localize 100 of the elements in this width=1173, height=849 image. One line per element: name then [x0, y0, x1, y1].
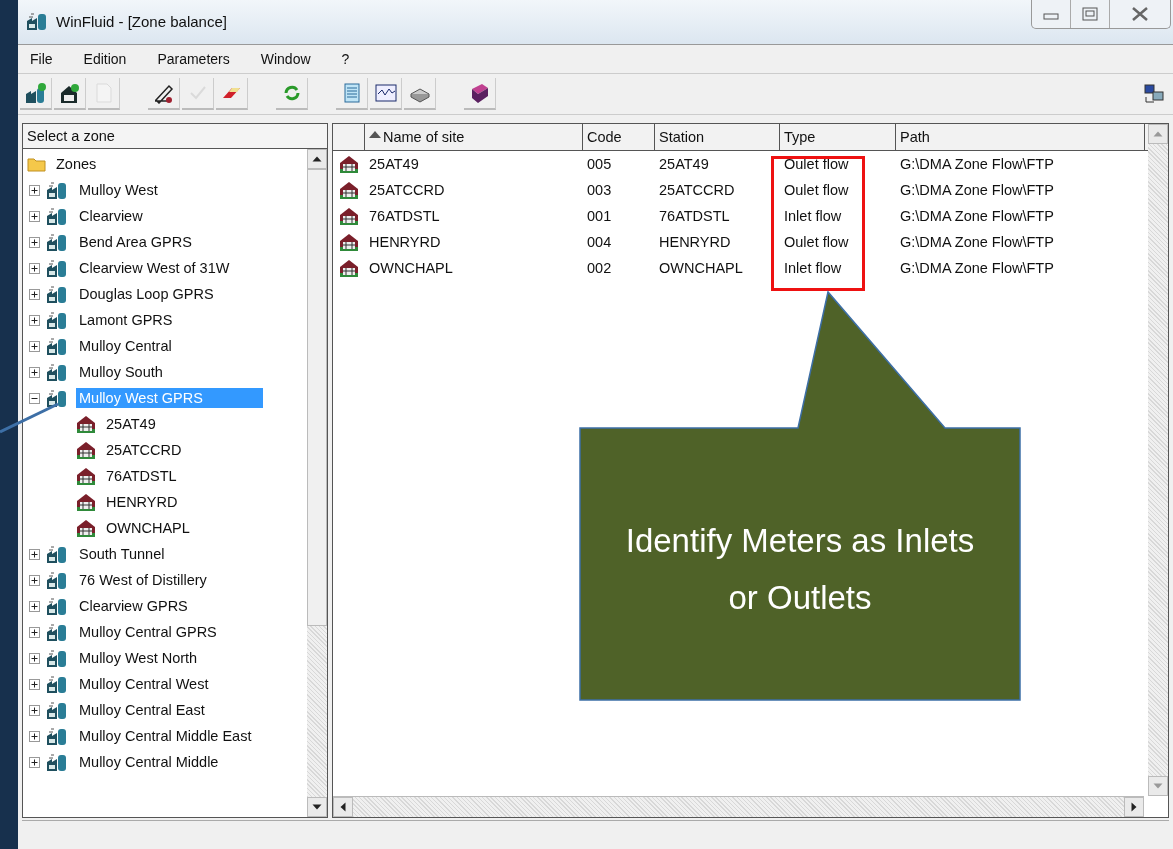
house-icon [75, 466, 97, 486]
folder-icon [27, 156, 47, 172]
pane-header: Select a zone [23, 124, 327, 149]
table-cell-text: 003 [586, 182, 613, 198]
tree-item[interactable]: 76 West of Distillery [76, 570, 210, 590]
tree-item[interactable]: Clearview [76, 206, 146, 226]
chart-icon[interactable] [370, 78, 402, 110]
table-cell-text: 25ATCCRD [658, 182, 736, 198]
table-cell-text: Oulet flow [783, 156, 850, 172]
plus-icon[interactable] [29, 574, 40, 586]
plus-icon[interactable] [29, 262, 40, 274]
plus-icon[interactable] [29, 652, 40, 664]
plus-icon[interactable] [29, 340, 40, 352]
scroll-thumb[interactable] [307, 169, 327, 626]
tree-item[interactable]: Mulloy Central Middle East [76, 726, 255, 746]
plus-icon[interactable] [29, 704, 40, 716]
network-icon [1143, 83, 1165, 105]
plus-icon[interactable] [29, 366, 40, 378]
column-header[interactable]: Code [583, 124, 655, 150]
table-cell-text: 25ATCCRD [368, 182, 446, 198]
plus-icon[interactable] [29, 678, 40, 690]
column-header[interactable]: Type [780, 124, 896, 150]
table-cell-text: G:\DMA Zone Flow\FTP [899, 260, 1055, 276]
scroll-up-icon[interactable] [307, 149, 327, 169]
menu-item[interactable]: Window [260, 51, 311, 67]
tree-item[interactable]: Douglas Loop GPRS [76, 284, 217, 304]
menu-item[interactable]: File [30, 51, 53, 67]
table-cell-text: 005 [586, 156, 613, 172]
tree-item[interactable]: Mulloy Central West [76, 674, 212, 694]
plus-icon[interactable] [29, 184, 40, 196]
plus-icon[interactable] [29, 288, 40, 300]
plus-icon[interactable] [29, 730, 40, 742]
table-cell-text: 76ATDSTL [368, 208, 441, 224]
table-cell-text: HENRYRD [368, 234, 442, 250]
tree-item[interactable]: HENRYRD [103, 492, 181, 512]
minus-icon[interactable] [29, 392, 40, 404]
window-title: WinFluid - [Zone balance] [56, 12, 227, 30]
menu-item[interactable]: Edition [83, 51, 127, 67]
table-cell-text: 002 [586, 260, 613, 276]
house-icon [338, 258, 360, 278]
leader-line [0, 402, 59, 434]
tree-item[interactable]: Mulloy West [76, 180, 161, 200]
plus-icon[interactable] [29, 548, 40, 560]
table-cell-text: G:\DMA Zone Flow\FTP [899, 156, 1055, 172]
plus-icon[interactable] [29, 236, 40, 248]
sort-arrow-icon [369, 130, 381, 138]
table-cell-text: Inlet flow [783, 260, 843, 276]
table-cell-text: G:\DMA Zone Flow\FTP [899, 182, 1055, 198]
tree-item[interactable]: 25AT49 [103, 414, 159, 434]
house-icon [75, 518, 97, 538]
plus-icon[interactable] [29, 626, 40, 638]
column-header[interactable]: Path [896, 124, 1145, 150]
plus-icon[interactable] [29, 756, 40, 768]
eraser-icon[interactable] [216, 78, 248, 110]
scroll-left-icon[interactable] [333, 797, 353, 817]
column-header[interactable]: Name of site [365, 124, 583, 150]
table-cell-text: Oulet flow [783, 234, 850, 250]
scroll-right-icon[interactable] [1124, 797, 1144, 817]
menu-item[interactable]: ? [341, 51, 350, 67]
tree-item[interactable]: Lamont GPRS [76, 310, 176, 330]
tree-item[interactable]: Mulloy Central GPRS [76, 622, 220, 642]
house-icon [75, 492, 97, 512]
tree-item[interactable]: 25ATCCRD [103, 440, 185, 460]
factory-icon[interactable] [20, 78, 52, 110]
house-icon [338, 154, 360, 174]
tree-item[interactable]: Mulloy South [76, 362, 166, 382]
plus-icon[interactable] [29, 600, 40, 612]
house-icon [338, 206, 360, 226]
house-icon [75, 440, 97, 460]
tree-item[interactable]: Mulloy West North [76, 648, 201, 668]
tree-item[interactable]: Clearview West of 31W [76, 258, 233, 278]
tree-item[interactable]: Bend Area GPRS [76, 232, 195, 252]
table-cell-text: HENRYRD [658, 234, 732, 250]
house-icon [338, 232, 360, 252]
house-icon[interactable] [54, 78, 86, 110]
tree-item[interactable]: Mulloy Central Middle [76, 752, 222, 772]
tree-item[interactable]: South Tunnel [76, 544, 168, 564]
plus-icon[interactable] [29, 210, 40, 222]
house-icon [338, 180, 360, 200]
table-cell-text: OWNCHAPL [368, 260, 454, 276]
callout-text: Identify Meters as Inlets or Outlets [624, 521, 976, 618]
table-cell-text: 76ATDSTL [658, 208, 731, 224]
table-cell-text: 25AT49 [658, 156, 710, 172]
tree-item[interactable]: 76ATDSTL [103, 466, 180, 486]
tree-item[interactable]: OWNCHAPL [103, 518, 193, 538]
column-header[interactable]: Station [655, 124, 780, 150]
table-cell-text: 001 [586, 208, 613, 224]
scroll-down-icon[interactable] [307, 797, 327, 817]
tree-item[interactable]: Mulloy Central [76, 336, 175, 356]
tree-item[interactable]: Clearview GPRS [76, 596, 191, 616]
house-icon [75, 414, 97, 434]
menu-item[interactable]: Parameters [157, 51, 230, 67]
plus-icon[interactable] [29, 314, 40, 326]
table-cell-text: Oulet flow [783, 182, 850, 198]
table-cell-text: Inlet flow [783, 208, 843, 224]
tree-item[interactable]: Mulloy Central East [76, 700, 208, 720]
table-cell-text: OWNCHAPL [658, 260, 744, 276]
table-cell-text: 25AT49 [368, 156, 420, 172]
table-cell-text: G:\DMA Zone Flow\FTP [899, 208, 1055, 224]
tree-item[interactable]: Zones [53, 154, 100, 174]
